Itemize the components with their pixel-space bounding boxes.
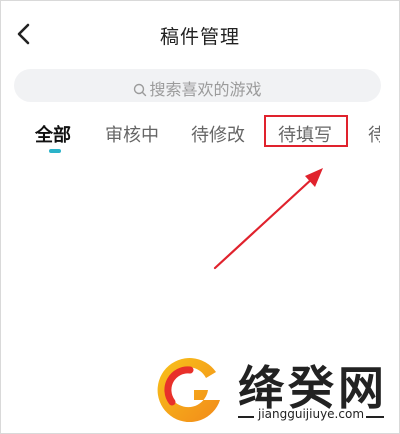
watermark-url-row: jiangguijiuye.com <box>238 406 388 426</box>
tab-to-modify[interactable]: 待修改 <box>191 121 245 147</box>
search-placeholder-row: 搜索喜欢的游戏 <box>14 76 381 100</box>
watermark-logo-icon <box>157 358 220 423</box>
search-placeholder: 搜索喜欢的游戏 <box>149 80 262 99</box>
tab-active-indicator <box>49 149 61 153</box>
annotation-arrow <box>213 168 323 270</box>
tab-partial[interactable]: 待 <box>368 121 380 147</box>
search-input[interactable]: 搜索喜欢的游戏 <box>14 69 381 102</box>
header-bar: 稿件管理 <box>0 0 400 60</box>
tab-reviewing[interactable]: 审核中 <box>105 121 159 147</box>
watermark-url: jiangguijiuye.com <box>258 407 365 421</box>
watermark-line-left <box>238 416 254 418</box>
page-title: 稿件管理 <box>159 26 240 48</box>
tab-all[interactable]: 全部 <box>35 121 71 147</box>
highlight-box <box>264 115 348 147</box>
search-icon <box>134 83 147 97</box>
watermark-line-right <box>366 416 384 418</box>
